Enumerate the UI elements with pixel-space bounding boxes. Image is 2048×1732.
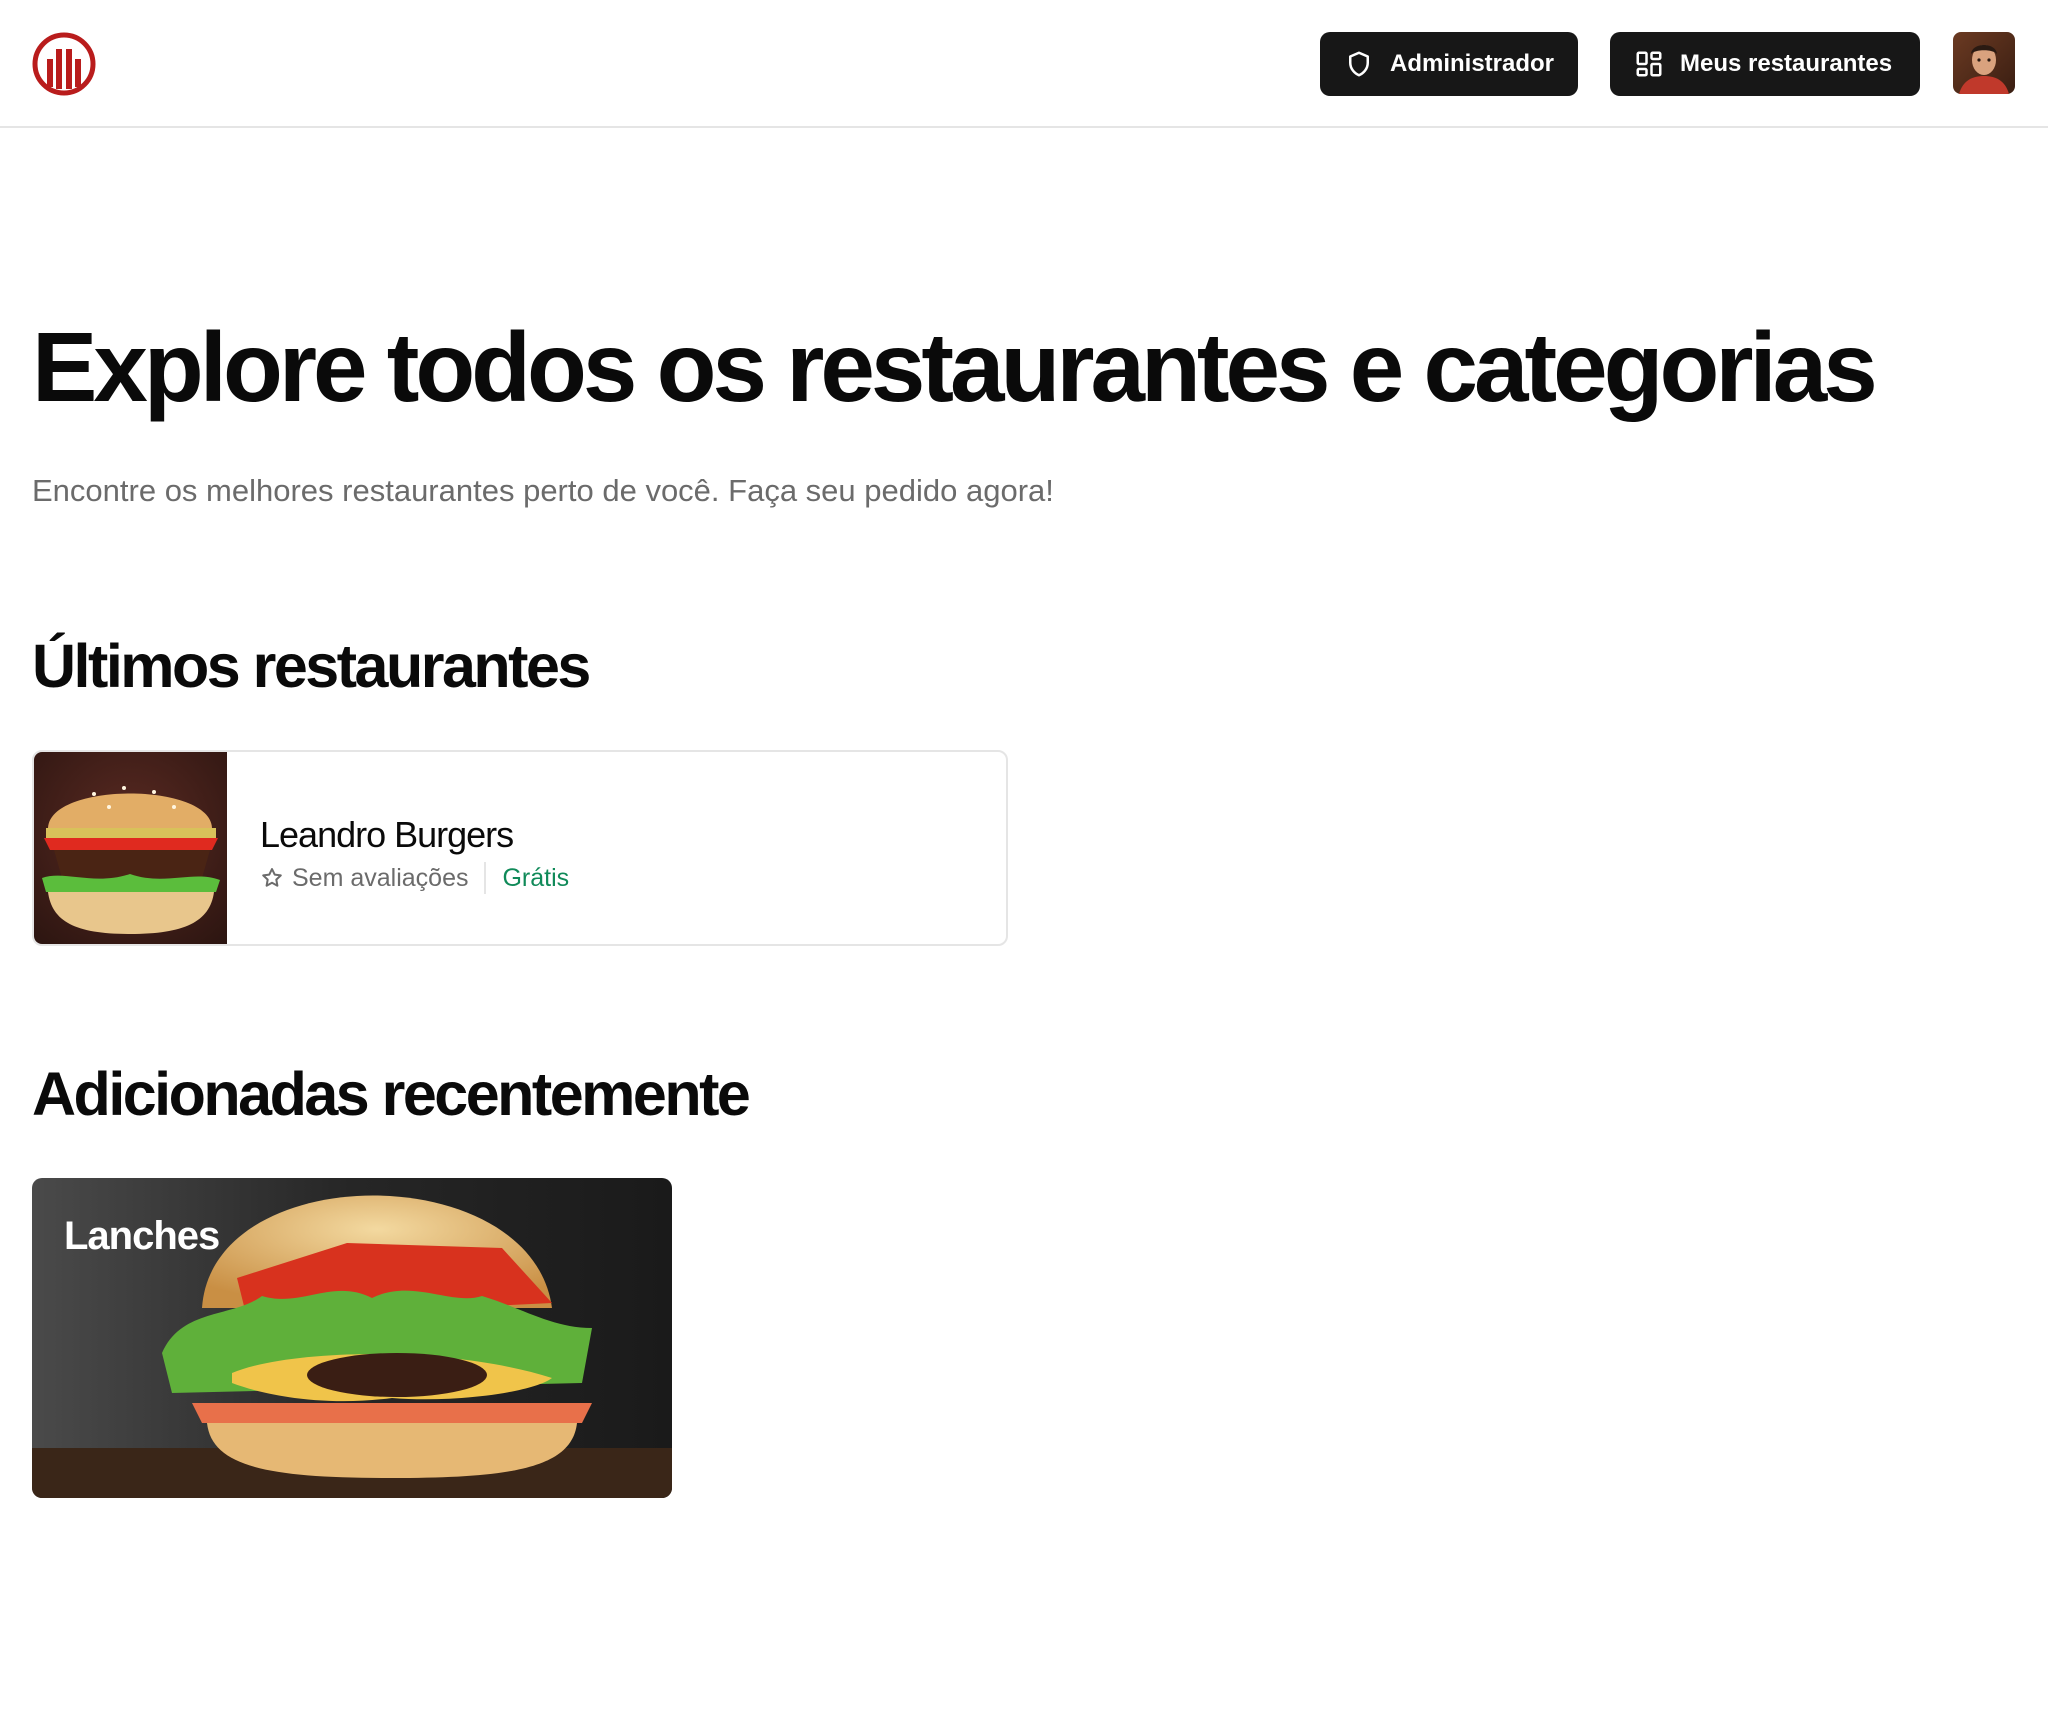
delivery-fee: Grátis <box>502 863 570 892</box>
admin-button[interactable]: Administrador <box>1320 32 1578 96</box>
page-subtitle: Encontre os melhores restaurantes perto … <box>32 473 1054 508</box>
restaurant-name: Leandro Burgers <box>260 814 514 855</box>
latest-restaurants-title: Últimos restaurantes <box>32 632 591 700</box>
star-icon <box>260 866 284 890</box>
recent-categories-title: Adicionadas recentemente <box>32 1060 751 1128</box>
user-avatar[interactable] <box>1953 32 2015 94</box>
meta-divider <box>484 862 487 894</box>
my-restaurants-button[interactable]: Meus restaurantes <box>1610 32 1920 96</box>
layout-grid-icon <box>1634 49 1664 79</box>
category-name: Lanches <box>64 1214 220 1258</box>
admin-button-label: Administrador <box>1390 50 1555 77</box>
restaurant-card[interactable]: Leandro Burgers Sem avaliações Grátis <box>32 750 1008 946</box>
restaurant-meta: Sem avaliações Grátis <box>260 862 569 894</box>
my-restaurants-button-label: Meus restaurantes <box>1680 50 1893 77</box>
category-card[interactable]: Lanches <box>32 1178 672 1498</box>
page-title: Explore todos os restaurantes e categori… <box>32 312 1878 422</box>
shield-icon <box>1344 49 1374 79</box>
restaurant-image <box>34 752 227 944</box>
top-header: Administrador Meus restaurantes <box>0 0 2048 128</box>
brand-logo-icon[interactable] <box>31 31 97 97</box>
rating-label: Sem avaliações <box>292 863 469 892</box>
